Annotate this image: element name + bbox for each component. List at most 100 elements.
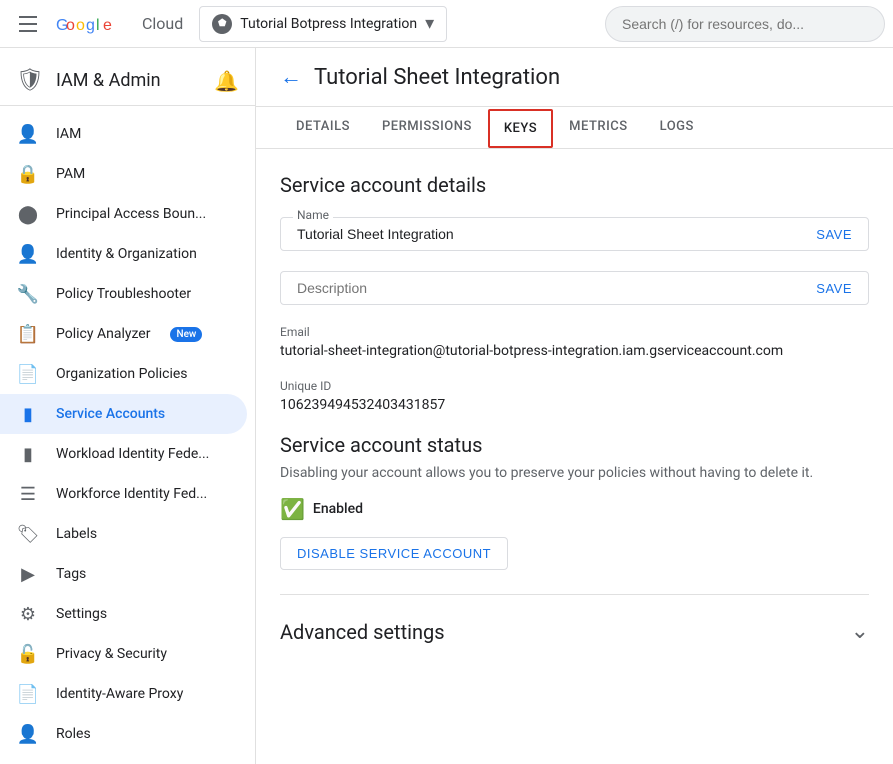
project-dropdown-arrow: ▾	[425, 13, 434, 34]
name-field-group: Name SAVE	[280, 217, 869, 251]
name-save-button[interactable]: SAVE	[816, 227, 852, 242]
status-badge: ✅ Enabled	[280, 497, 869, 521]
email-label: Email	[280, 325, 869, 339]
service-accounts-icon: ▮	[16, 404, 40, 425]
email-section: Email tutorial-sheet-integration@tutoria…	[280, 325, 869, 359]
name-input[interactable]	[297, 226, 800, 242]
tab-details[interactable]: DETAILS	[280, 107, 366, 149]
content-area: ← Tutorial Sheet Integration DETAILSPERM…	[256, 48, 893, 764]
svg-text:o: o	[76, 17, 85, 34]
settings-icon: ⚙	[16, 604, 40, 625]
sidebar-item-workload-identity-fede[interactable]: ▮ Workload Identity Fede...	[0, 434, 247, 474]
check-circle-icon: ✅	[280, 497, 305, 521]
hamburger-icon	[19, 16, 37, 32]
sidebar-label-workforce-identity-fed: Workforce Identity Fed...	[56, 486, 207, 502]
sidebar-label-policy-analyzer: Policy Analyzer	[56, 326, 150, 342]
topbar: G o o g l e Cloud ⬟ Tutorial Botpress In…	[0, 0, 893, 48]
sidebar-items: 👤 IAM 🔒 PAM ⬤ Principal Access Boun... 👤 Identi…	[0, 114, 255, 764]
pam-icon: 🔒	[16, 164, 40, 185]
sidebar-item-settings[interactable]: ⚙ Settings	[0, 594, 247, 634]
back-button[interactable]: ←	[280, 64, 302, 90]
sidebar-label-pam: PAM	[56, 166, 85, 182]
labels-icon: 🏷	[16, 524, 40, 545]
name-label: Name	[293, 208, 333, 222]
workforce-identity-fed-icon: ☰	[16, 484, 40, 505]
google-cloud-logo: G o o g l e Cloud	[56, 12, 183, 36]
description-field-group: SAVE	[280, 271, 869, 305]
project-dot-icon: ⬟	[212, 14, 232, 34]
sidebar-item-manage-resources[interactable]: 📁Manage Resources	[0, 754, 247, 764]
unique-id-value: 106239494532403431857	[280, 397, 869, 413]
sidebar-label-iam: IAM	[56, 126, 81, 142]
sidebar-item-policy-analyzer[interactable]: 📋 Policy Analyzer New	[0, 314, 247, 354]
sidebar-label-privacy-security: Privacy & Security	[56, 646, 167, 662]
iam-icon: 👤	[16, 124, 40, 145]
sidebar-label-principal-access: Principal Access Boun...	[56, 206, 206, 222]
sidebar-item-roles[interactable]: 👤 Roles	[0, 714, 247, 754]
roles-icon: 👤	[16, 724, 40, 745]
sidebar-title: IAM & Admin	[56, 70, 161, 91]
sidebar-label-identity-org: Identity & Organization	[56, 246, 197, 262]
sidebar-label-org-policies: Organization Policies	[56, 366, 188, 382]
sidebar-label-identity-aware-proxy: Identity-Aware Proxy	[56, 686, 183, 702]
project-selector[interactable]: ⬟ Tutorial Botpress Integration ▾	[199, 6, 447, 42]
org-policies-icon: 📄	[16, 364, 40, 385]
svg-text:o: o	[66, 17, 75, 34]
sidebar-item-iam[interactable]: 👤 IAM	[0, 114, 247, 154]
notification-bell-icon[interactable]: 🔔	[214, 69, 239, 93]
project-name: Tutorial Botpress Integration	[240, 16, 417, 32]
sidebar-item-policy-troubleshooter[interactable]: 🔧Policy Troubleshooter	[0, 274, 247, 314]
tab-logs[interactable]: LOGS	[644, 107, 710, 149]
description-field-box: SAVE	[280, 271, 869, 305]
sidebar-item-privacy-security[interactable]: 🔓 Privacy & Security	[0, 634, 247, 674]
policy-analyzer-badge: New	[170, 327, 202, 342]
svg-text:g: g	[86, 17, 95, 34]
tags-icon: ▶	[16, 564, 40, 585]
advanced-settings-title: Advanced settings	[280, 620, 445, 644]
enabled-text: Enabled	[313, 501, 363, 517]
tab-metrics[interactable]: METRICS	[553, 107, 643, 149]
policy-analyzer-icon: 📋	[16, 324, 40, 345]
google-cloud-text: Cloud	[142, 14, 183, 33]
page-title: Tutorial Sheet Integration	[314, 65, 560, 90]
disable-service-account-button[interactable]: DISABLE SERVICE ACCOUNT	[280, 537, 508, 570]
description-input[interactable]	[297, 280, 800, 296]
privacy-security-icon: 🔓	[16, 644, 40, 665]
advanced-settings-toggle[interactable]: Advanced settings ⌄	[280, 611, 869, 652]
tab-permissions[interactable]: PERMISSIONS	[366, 107, 488, 149]
sidebar-item-identity-aware-proxy[interactable]: 📄 Identity-Aware Proxy	[0, 674, 247, 714]
description-save-button[interactable]: SAVE	[816, 281, 852, 296]
sidebar-item-principal-access[interactable]: ⬤ Principal Access Boun...	[0, 194, 247, 234]
form-content: Service account details Name SAVE SAVE E…	[256, 149, 893, 692]
sidebar-label-policy-troubleshooter: Policy Troubleshooter	[56, 286, 191, 302]
main-layout: 🛡 IAM & Admin 🔔 👤IAM🔒PAM⬤Principal Acces…	[0, 48, 893, 764]
search-bar[interactable]	[605, 6, 885, 42]
unique-id-section: Unique ID 106239494532403431857	[280, 379, 869, 413]
principal-access-icon: ⬤	[16, 204, 40, 225]
identity-aware-proxy-icon: 📄	[16, 684, 40, 705]
workload-identity-fede-icon: ▮	[16, 444, 40, 465]
svg-text:e: e	[103, 17, 112, 34]
sidebar-label-tags: Tags	[56, 566, 86, 582]
sidebar-label-roles: Roles	[56, 726, 91, 742]
tab-keys[interactable]: KEYS	[488, 109, 553, 148]
search-input[interactable]	[622, 16, 868, 32]
sidebar-label-service-accounts: Service Accounts	[56, 406, 165, 422]
menu-button[interactable]	[8, 4, 48, 44]
svg-text:l: l	[96, 17, 100, 34]
status-section-title: Service account status	[280, 433, 869, 457]
unique-id-label: Unique ID	[280, 379, 869, 393]
identity-org-icon: 👤	[16, 244, 40, 265]
chevron-down-icon: ⌄	[851, 619, 869, 644]
status-description: Disabling your account allows you to pre…	[280, 465, 869, 481]
sidebar-item-workforce-identity-fed[interactable]: ☰ Workforce Identity Fed...	[0, 474, 247, 514]
sidebar-item-service-accounts[interactable]: ▮ Service Accounts	[0, 394, 247, 434]
sidebar-item-identity-org[interactable]: 👤 Identity & Organization	[0, 234, 247, 274]
sidebar-label-workload-identity-fede: Workload Identity Fede...	[56, 446, 209, 462]
email-value: tutorial-sheet-integration@tutorial-botp…	[280, 343, 869, 359]
sidebar-item-tags[interactable]: ▶ Tags	[0, 554, 247, 594]
sidebar-label-settings: Settings	[56, 606, 107, 622]
sidebar-item-pam[interactable]: 🔒 PAM	[0, 154, 247, 194]
sidebar-item-org-policies[interactable]: 📄 Organization Policies	[0, 354, 247, 394]
sidebar-item-labels[interactable]: 🏷Labels	[0, 514, 247, 554]
